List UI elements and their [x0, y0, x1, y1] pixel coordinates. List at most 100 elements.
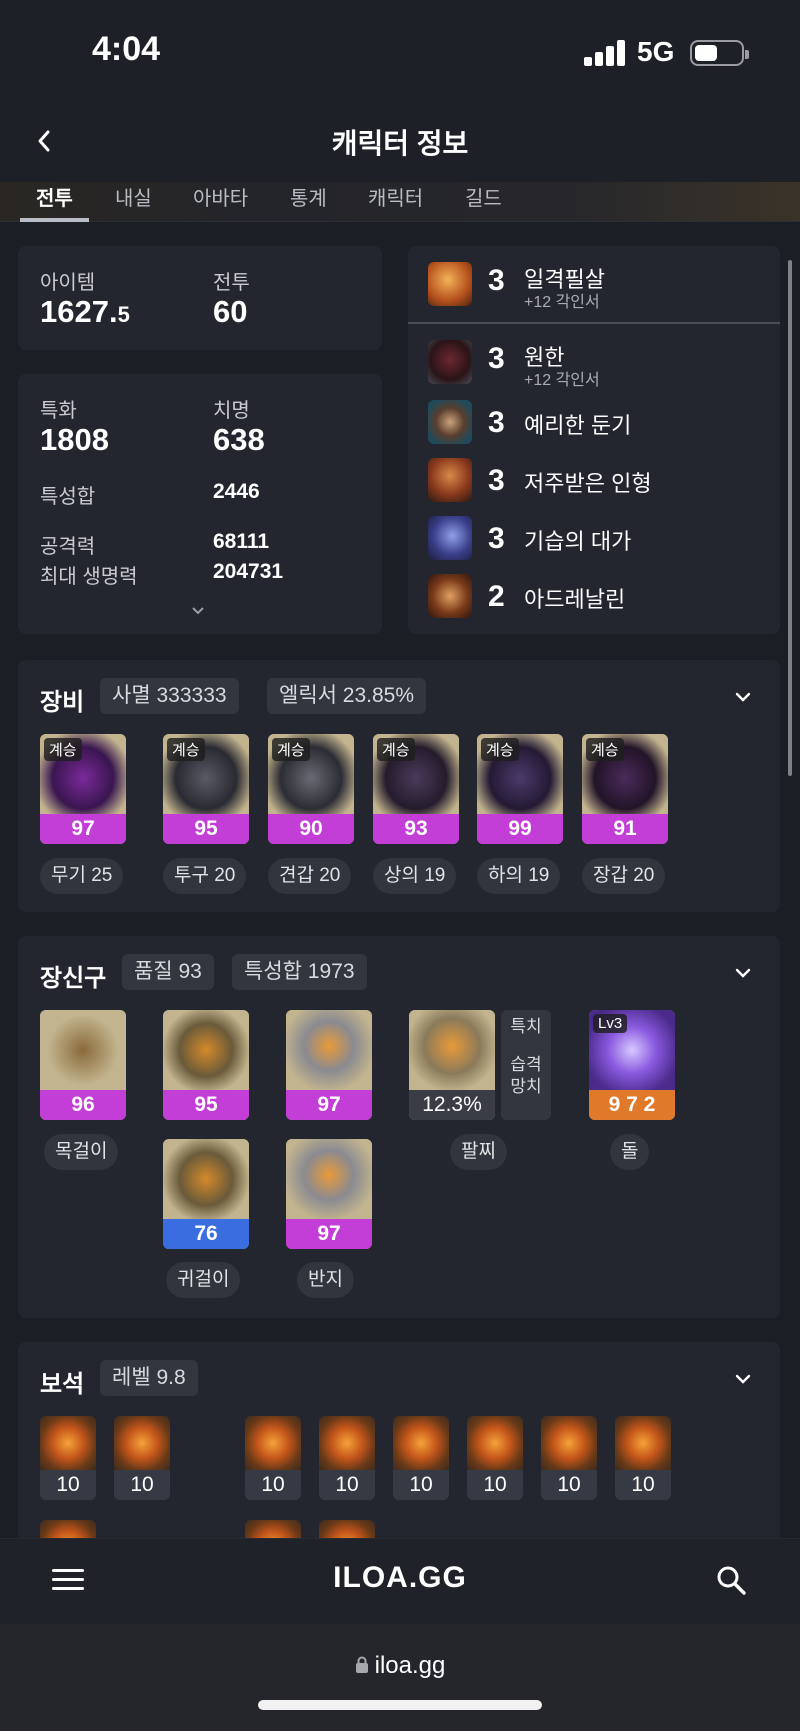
gem-level: 10	[114, 1470, 170, 1500]
tab-character[interactable]: 캐릭터	[368, 182, 423, 222]
engraving-icon	[428, 340, 472, 384]
tab-guild[interactable]: 길드	[465, 182, 502, 222]
gem-art	[114, 1416, 170, 1470]
gems-title: 보석	[40, 1371, 85, 1398]
browser-url-bar[interactable]: iloa.gg	[0, 1624, 800, 1731]
stats-card: 특화 1808 치명 638 특성합 2446 공격력 68111 최대 생명력…	[18, 374, 382, 634]
gem-item[interactable]: 10	[615, 1416, 671, 1500]
accessory-label: 반지	[297, 1262, 354, 1298]
engraving-row[interactable]: 2 아드레날린	[408, 566, 780, 624]
quality-value: 97	[286, 1219, 372, 1249]
gem-item[interactable]: 10	[393, 1416, 449, 1500]
engraving-level: 3	[488, 464, 505, 497]
equipment-label: 투구 20	[163, 858, 247, 894]
equipment-item-top[interactable]: 계승 93	[373, 734, 459, 844]
engraving-level: 2	[488, 580, 505, 613]
equipment-item-shoulder[interactable]: 계승 90	[268, 734, 354, 844]
lock-icon	[355, 1656, 368, 1673]
equipment-chip-set: 사멸 333333	[100, 678, 239, 714]
gems-toggle[interactable]	[732, 1368, 754, 1390]
quality-value: 95	[163, 814, 249, 844]
equipment-item-gloves[interactable]: 계승 91	[582, 734, 668, 844]
engraving-divider	[408, 322, 780, 324]
battery-icon	[690, 40, 749, 66]
tab-stats[interactable]: 통계	[290, 182, 327, 222]
gem-item[interactable]: 10	[245, 1416, 301, 1500]
url-display[interactable]: iloa.gg	[0, 1652, 800, 1680]
max-hp-label: 최대 생명력	[40, 566, 138, 588]
accessories-section: 장신구 품질 93 특성합 1973 96 목걸이 95 76 귀걸이 97 9…	[18, 936, 780, 1318]
equipment-item-helmet[interactable]: 계승 95	[163, 734, 249, 844]
equipment-label: 상의 19	[373, 858, 457, 894]
battle-level-label: 전투	[213, 272, 250, 294]
home-indicator[interactable]	[258, 1700, 542, 1710]
quality-value: 91	[582, 814, 668, 844]
engraving-icon	[428, 516, 472, 560]
accessory-ring-2[interactable]: 97	[286, 1139, 372, 1249]
accessory-label: 목걸이	[44, 1134, 119, 1170]
inherit-tag: 계승	[272, 738, 310, 761]
accessory-earring-1[interactable]: 95	[163, 1010, 249, 1120]
crit-label: 치명	[213, 400, 250, 422]
equipment-item-pants[interactable]: 계승 99	[477, 734, 563, 844]
tab-battle[interactable]: 전투	[20, 182, 89, 222]
accessory-bracelet[interactable]: 12.3%	[409, 1010, 495, 1120]
quality-value: 95	[163, 1090, 249, 1120]
bottom-nav: ILOA.GG	[0, 1538, 800, 1624]
inherit-tag: 계승	[481, 738, 519, 761]
equipment-toggle[interactable]	[732, 686, 754, 708]
engraving-row[interactable]: 3 저주받은 인형	[408, 450, 780, 508]
site-logo[interactable]: ILOA.GG	[0, 1561, 800, 1595]
gem-item[interactable]: 10	[319, 1416, 375, 1500]
bracelet-effect-stats: 특치	[510, 1017, 542, 1036]
item-level-label: 아이템	[40, 272, 96, 294]
equipment-section: 장비 사멸 333333 엘릭서 23.85% 계승 97 무기 25 계승 9…	[18, 660, 780, 912]
gem-item[interactable]: 10	[467, 1416, 523, 1500]
accessory-necklace[interactable]: 96	[40, 1010, 126, 1120]
quality-value: 96	[40, 1090, 126, 1120]
engraving-book: +12 각인서	[524, 372, 600, 389]
item-level-decimal: 5	[117, 302, 130, 327]
accessories-title: 장신구	[40, 965, 107, 992]
expand-stats-button[interactable]	[190, 604, 206, 622]
engraving-name: 예리한 둔기	[524, 413, 632, 438]
engraving-row[interactable]: 3 예리한 둔기	[408, 392, 780, 450]
gem-item[interactable]: 10	[40, 1416, 96, 1500]
engraving-level: 3	[488, 264, 505, 297]
necklace-art	[40, 1010, 126, 1090]
accessories-toggle[interactable]	[732, 962, 754, 984]
tab-avatar[interactable]: 아바타	[193, 182, 248, 222]
gems-chip-level: 레벨 9.8	[100, 1360, 198, 1396]
tab-inner[interactable]: 내실	[115, 182, 152, 222]
accessory-earring-2[interactable]: 76	[163, 1139, 249, 1249]
engraving-row[interactable]: 3 원한 +12 각인서	[408, 332, 780, 390]
earring-art	[163, 1139, 249, 1219]
search-icon[interactable]	[714, 1563, 748, 1597]
chevron-down-icon	[735, 1374, 751, 1384]
ability-stone[interactable]: Lv3 9 7 2	[589, 1010, 675, 1120]
gem-art	[615, 1416, 671, 1470]
bracelet-art	[409, 1010, 495, 1090]
engraving-row[interactable]: 3 일격필살 +12 각인서	[408, 254, 780, 312]
gem-item[interactable]: 10	[541, 1416, 597, 1500]
chevron-down-icon	[192, 607, 204, 615]
quality-value: 97	[286, 1090, 372, 1120]
earring-art	[163, 1010, 249, 1090]
status-bar: 4:04 5G	[0, 0, 800, 100]
spec-label: 특화	[40, 400, 77, 422]
engraving-row[interactable]: 3 기습의 대가	[408, 508, 780, 566]
equipment-label: 장갑 20	[582, 858, 666, 894]
page-title: 캐릭터 정보	[331, 128, 469, 159]
engraving-level: 3	[488, 406, 505, 439]
equipment-chip-elixir: 엘릭서 23.85%	[267, 678, 427, 714]
gem-item[interactable]: 10	[114, 1416, 170, 1500]
accessory-ring-1[interactable]: 97	[286, 1010, 372, 1120]
scrollbar[interactable]	[788, 260, 792, 776]
item-level-value: 1627.5	[40, 294, 130, 330]
url-text: iloa.gg	[374, 1652, 446, 1679]
engraving-icon	[428, 458, 472, 502]
equipment-item-weapon[interactable]: 계승 97	[40, 734, 126, 844]
gems-section: 보석 레벨 9.8 10 10 10 10 10 10 10 10	[18, 1342, 780, 1542]
engraving-book: +12 각인서	[524, 294, 600, 311]
bracelet-value: 12.3%	[409, 1090, 495, 1120]
